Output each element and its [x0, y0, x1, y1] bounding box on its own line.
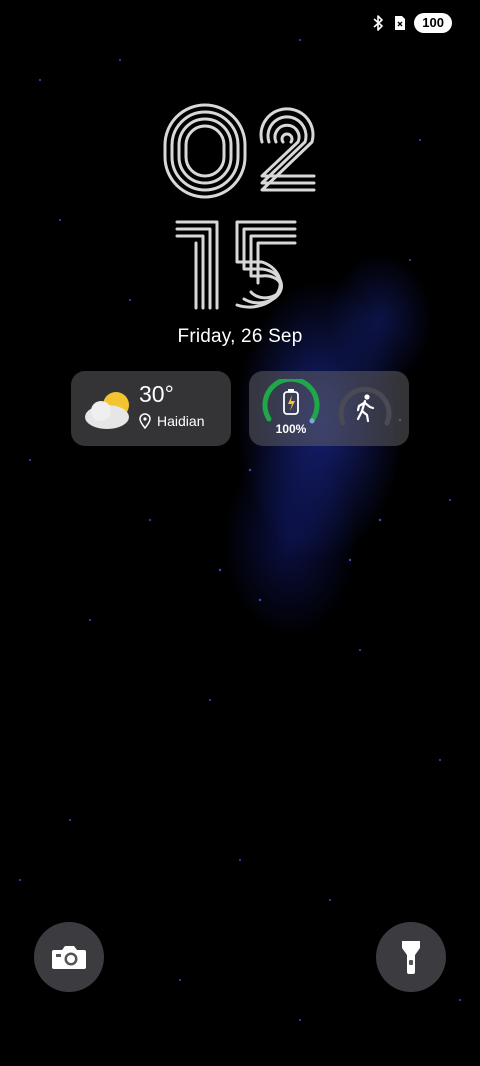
weather-widget[interactable]: 30° Haidian	[71, 371, 231, 446]
bluetooth-icon	[370, 12, 386, 34]
camera-icon	[52, 946, 86, 969]
minute-tens-digit	[175, 220, 219, 310]
clock	[163, 103, 316, 310]
status-bar: 100	[370, 12, 452, 34]
battery-widget[interactable]: 100%	[249, 371, 409, 446]
temperature: 30°	[139, 381, 174, 407]
hour-ones-digit	[259, 107, 316, 192]
battery-charging-icon	[283, 389, 299, 415]
walking-icon	[338, 386, 392, 426]
minute-ones-digit	[235, 220, 297, 309]
flashlight-icon	[402, 941, 420, 974]
battery-indicator: 100	[414, 13, 452, 33]
location-name: Haidian	[157, 413, 205, 429]
flashlight-button[interactable]	[376, 922, 446, 992]
hour-tens-digit	[163, 103, 247, 199]
location: Haidian	[139, 413, 204, 429]
camera-button[interactable]	[34, 922, 104, 992]
battery-percent: 100%	[275, 422, 307, 436]
location-pin-icon	[139, 413, 151, 429]
lockscreen-date: Friday, 26 Sep	[177, 326, 303, 347]
no-sim-icon	[392, 12, 408, 34]
partly-cloudy-icon	[85, 392, 129, 429]
